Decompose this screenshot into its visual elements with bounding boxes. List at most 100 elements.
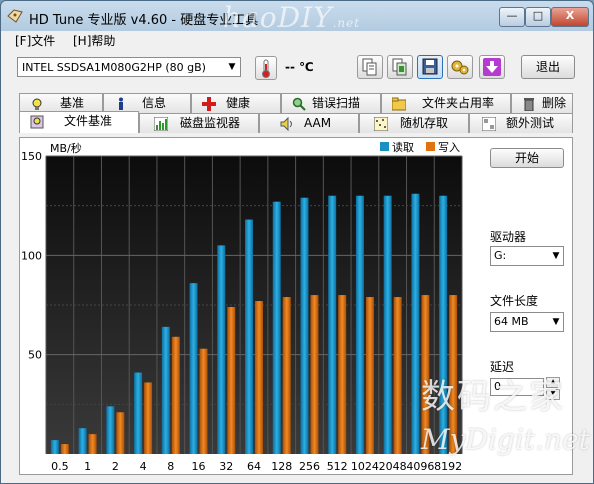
random-access-icon bbox=[374, 117, 388, 131]
tab-aam[interactable]: AAM bbox=[259, 113, 359, 133]
x-tick-label: 2 bbox=[112, 460, 119, 473]
bar-write bbox=[255, 301, 263, 454]
file-length-select[interactable]: 64 MB ▼ bbox=[490, 312, 564, 332]
temperature-readout: -- ℃ bbox=[285, 60, 314, 74]
options-icon bbox=[451, 60, 469, 75]
menu-help[interactable]: [H]帮助 bbox=[73, 32, 115, 49]
bar-read bbox=[78, 428, 87, 454]
bar-read bbox=[272, 201, 281, 454]
tab-file-benchmark[interactable]: 文件基准 bbox=[19, 111, 139, 133]
bar-write bbox=[171, 336, 180, 454]
bar-read bbox=[300, 197, 309, 454]
tab-label: 健康 bbox=[226, 96, 251, 110]
tab-folder-usage[interactable]: 文件夹占用率 bbox=[381, 93, 511, 113]
download-button[interactable] bbox=[479, 55, 505, 79]
x-tick-label: 64 bbox=[247, 460, 261, 473]
tab-extra-tests[interactable]: 额外测试 bbox=[469, 113, 573, 133]
menu-bar: [F]文件 [H]帮助 bbox=[1, 31, 593, 49]
drive-label: 驱动器 bbox=[490, 230, 527, 244]
tab-error-scan[interactable]: 错误扫描 bbox=[281, 93, 381, 113]
tab-label: AAM bbox=[304, 116, 332, 130]
save-icon bbox=[422, 58, 438, 75]
drive-select[interactable]: INTEL SSDSA1M080G2HP (80 gB) ▼ bbox=[17, 57, 241, 77]
error-scan-icon bbox=[292, 97, 306, 111]
download-icon bbox=[483, 58, 501, 76]
x-tick-label: 4096 bbox=[406, 460, 434, 473]
close-icon: X bbox=[565, 9, 575, 22]
tab-label: 随机存取 bbox=[400, 116, 449, 130]
y-tick-label: 50 bbox=[28, 349, 42, 362]
start-button-label: 开始 bbox=[514, 151, 539, 165]
chevron-down-icon: ▼ bbox=[228, 62, 236, 72]
tab-info[interactable]: 信息 bbox=[103, 93, 191, 113]
benchmark-chart: 50 100 150 MB/秒 0.5 1 2 4 8 16 32 64 128 256 512 1024 20… bbox=[21, 140, 463, 473]
copy-info-icon bbox=[362, 58, 377, 76]
tab-label: 文件夹占用率 bbox=[422, 96, 495, 110]
y-tick-label: 100 bbox=[21, 249, 42, 262]
exit-button[interactable]: 退出 bbox=[521, 55, 575, 79]
drive-letter-select[interactable]: G: ▼ bbox=[490, 246, 564, 266]
bar-read bbox=[134, 372, 143, 454]
copy-screenshot-icon bbox=[392, 58, 407, 76]
maximize-button[interactable]: □ bbox=[525, 7, 551, 27]
bar-read bbox=[355, 195, 364, 454]
tab-erase[interactable]: 删除 bbox=[511, 93, 573, 113]
bar-write bbox=[199, 348, 208, 454]
menu-file[interactable]: [F]文件 bbox=[15, 32, 55, 49]
disk-monitor-icon bbox=[154, 117, 168, 131]
bar-write bbox=[144, 382, 153, 454]
x-tick-label: 0.5 bbox=[51, 460, 69, 473]
bar-write bbox=[116, 412, 125, 454]
save-button[interactable] bbox=[417, 55, 443, 79]
tab-label: 额外测试 bbox=[506, 116, 555, 130]
bar-write bbox=[88, 434, 97, 454]
title-bar[interactable]: HD Tune 专业版 v4.60 - 硬盘专业工具 haoDIY.net — … bbox=[1, 1, 593, 34]
x-tick-label: 2048 bbox=[379, 460, 407, 473]
erase-icon bbox=[524, 98, 534, 111]
bar-write bbox=[338, 295, 347, 454]
drive-select-value: INTEL SSDSA1M080G2HP (80 gB) bbox=[22, 61, 206, 74]
bar-read bbox=[383, 195, 392, 454]
tab-random-access[interactable]: 随机存取 bbox=[359, 113, 469, 133]
folder-usage-icon bbox=[392, 97, 406, 111]
legend-label-read: 读取 bbox=[392, 140, 414, 154]
options-button[interactable] bbox=[447, 55, 473, 79]
tab-disk-monitor[interactable]: 磁盘监视器 bbox=[139, 113, 259, 133]
maximize-icon: □ bbox=[532, 9, 544, 22]
tab-label: 删除 bbox=[542, 96, 567, 110]
thermometer-icon bbox=[255, 56, 277, 80]
x-tick-label: 256 bbox=[299, 460, 320, 473]
exit-button-label: 退出 bbox=[535, 60, 560, 74]
client-area: INTEL SSDSA1M080G2HP (80 gB) ▼ -- ℃ 退出 基… bbox=[1, 49, 593, 483]
extra-tests-icon bbox=[482, 117, 496, 131]
start-button[interactable]: 开始 bbox=[490, 148, 564, 168]
health-icon bbox=[202, 97, 216, 111]
chevron-down-icon: ▼ bbox=[552, 317, 560, 327]
x-tick-label: 8192 bbox=[434, 460, 462, 473]
close-button[interactable]: X bbox=[551, 7, 589, 27]
bar-write bbox=[310, 295, 319, 454]
tab-label: 错误扫描 bbox=[312, 96, 361, 110]
tab-label: 文件基准 bbox=[64, 114, 113, 128]
copy-screenshot-button[interactable] bbox=[387, 55, 413, 79]
watermark-bottom-en: MyDigit.net bbox=[421, 423, 590, 456]
minimize-icon: — bbox=[506, 9, 518, 22]
bar-read bbox=[50, 440, 59, 454]
minimize-button[interactable]: — bbox=[499, 7, 525, 27]
x-tick-label: 32 bbox=[219, 460, 233, 473]
bar-write bbox=[60, 444, 69, 454]
bar-read bbox=[328, 195, 337, 454]
copy-info-button[interactable] bbox=[357, 55, 383, 79]
x-tick-label: 512 bbox=[327, 460, 348, 473]
bar-write bbox=[365, 297, 374, 454]
bar-read bbox=[217, 245, 226, 454]
bar-read bbox=[411, 193, 420, 454]
tab-health[interactable]: 健康 bbox=[191, 93, 281, 113]
x-tick-label: 16 bbox=[192, 460, 206, 473]
x-tick-label: 1 bbox=[84, 460, 91, 473]
file-length-value: 64 MB bbox=[494, 315, 529, 328]
delay-label: 延迟 bbox=[490, 360, 515, 374]
bar-read bbox=[161, 326, 170, 454]
y-axis-label: MB/秒 bbox=[50, 141, 82, 155]
tab-benchmark[interactable]: 基准 bbox=[19, 93, 103, 113]
